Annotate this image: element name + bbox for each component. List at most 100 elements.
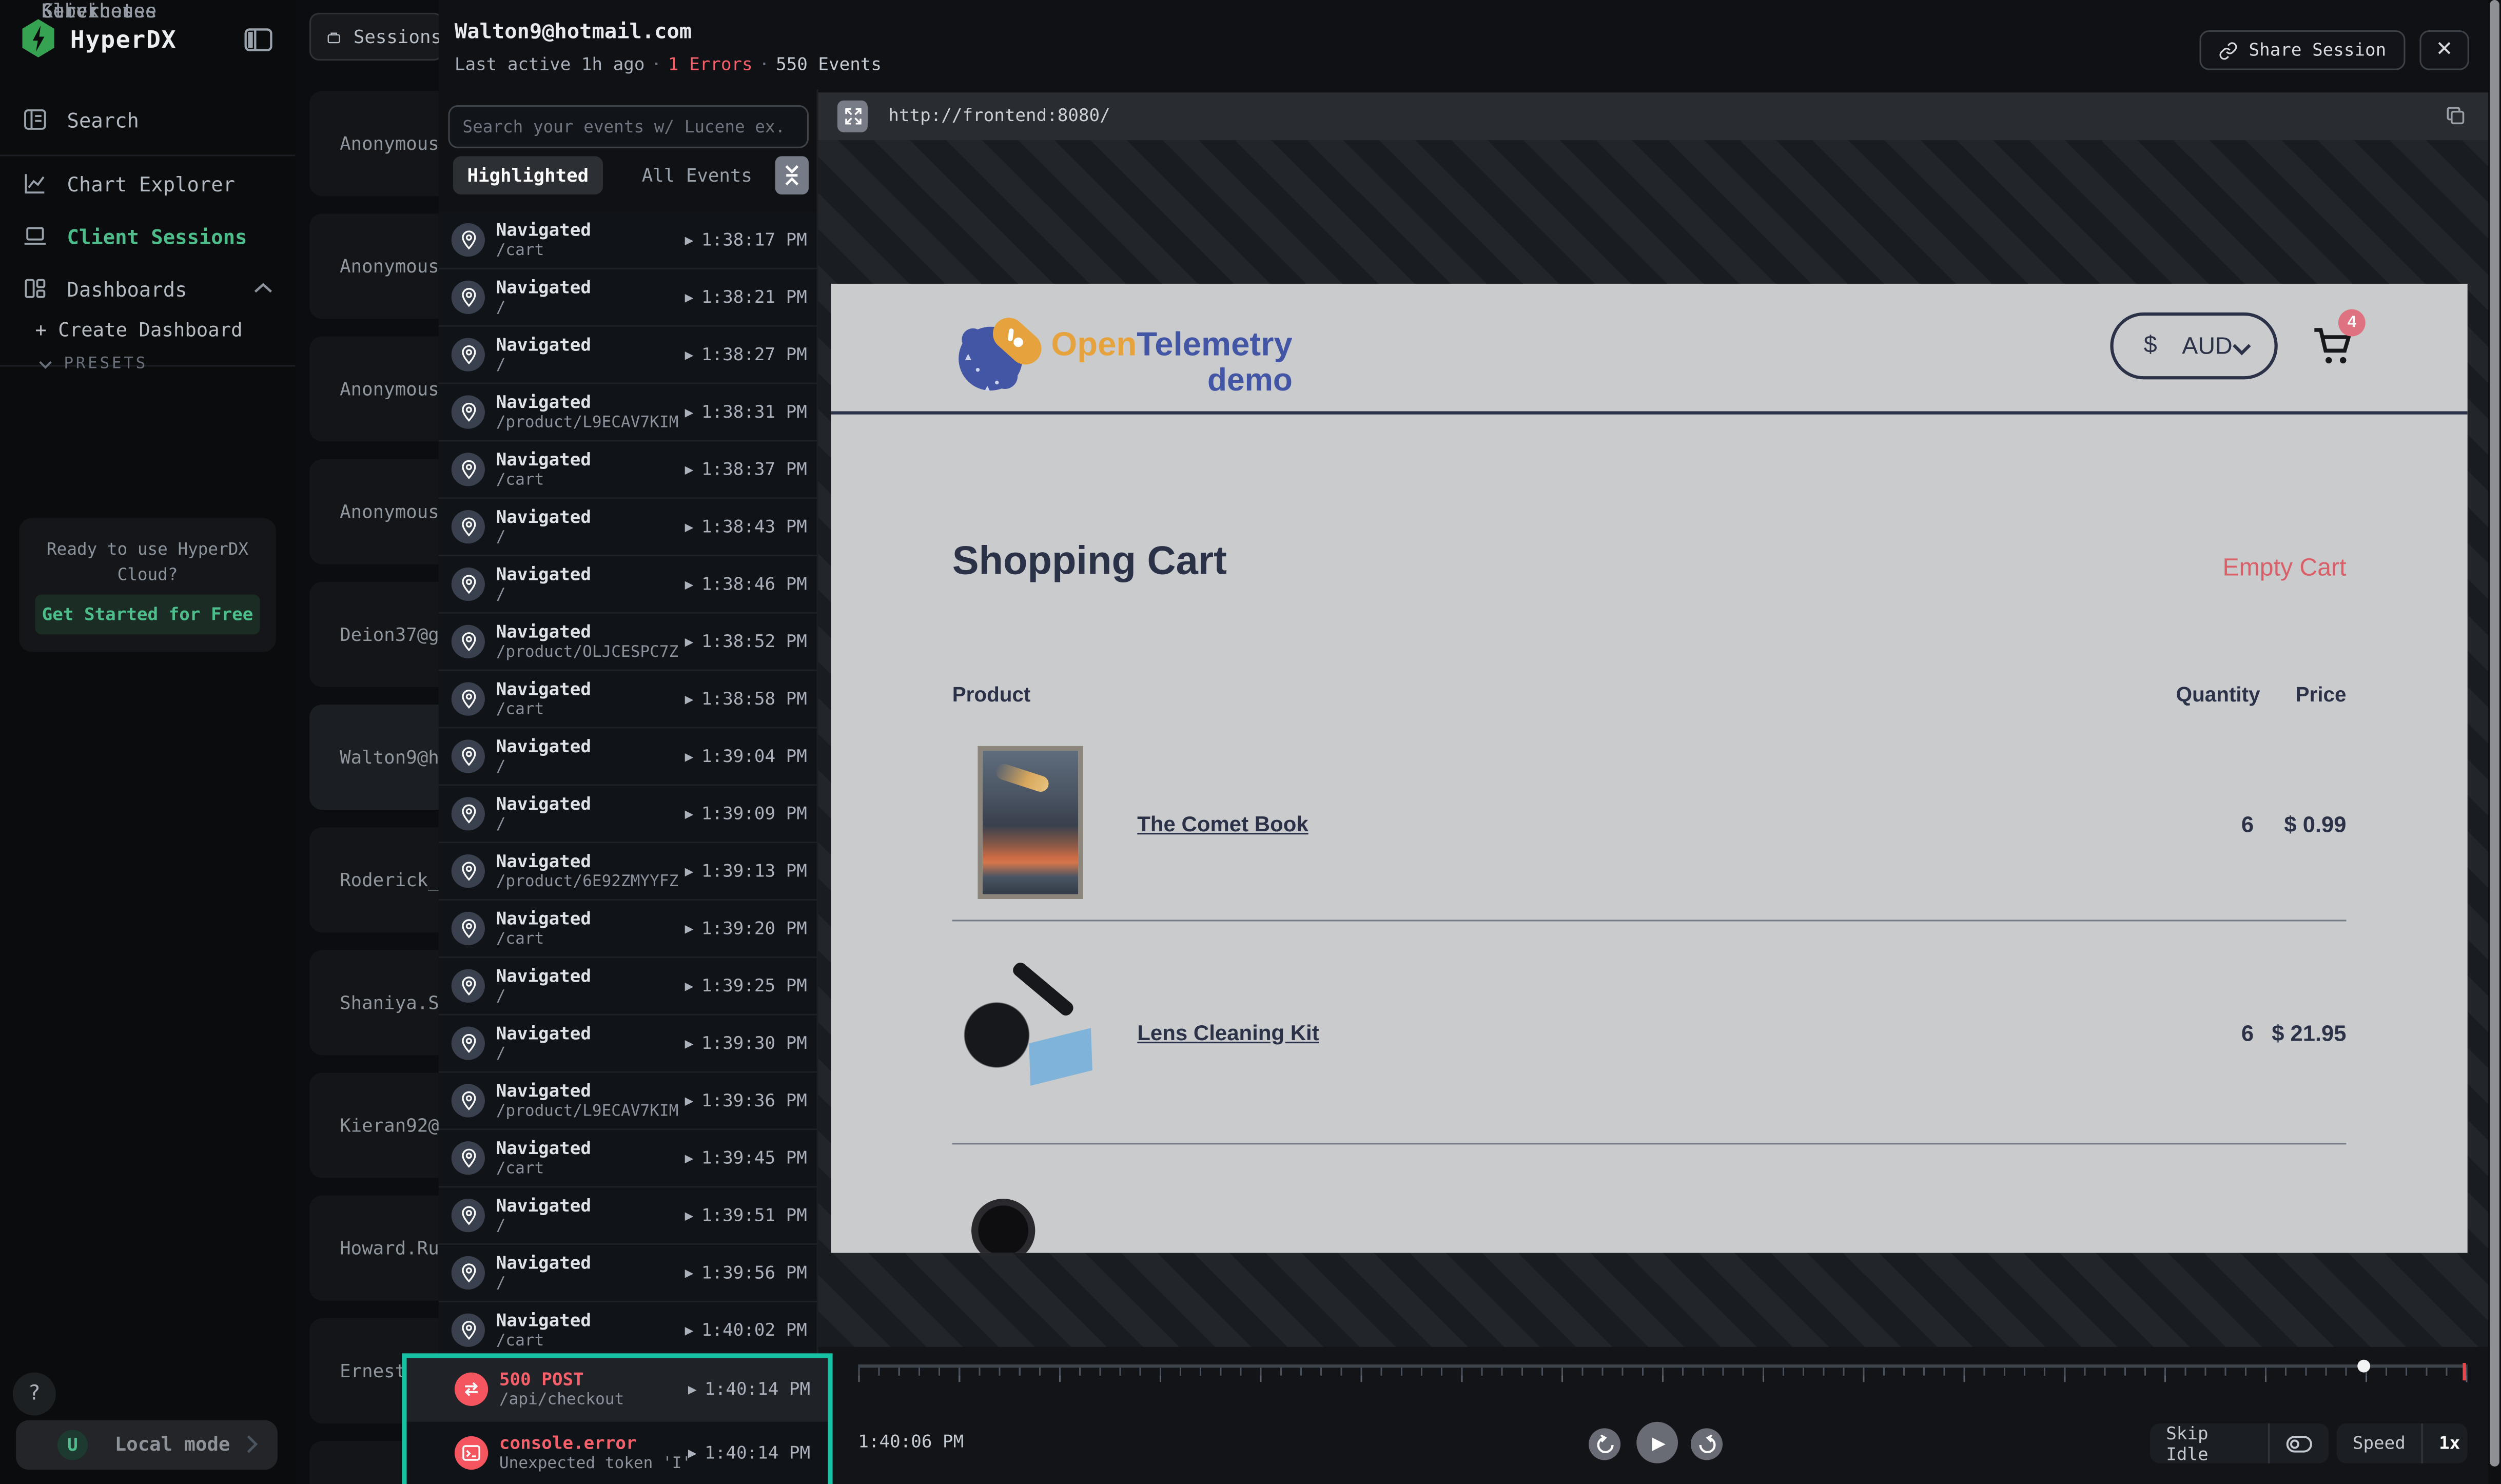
event-row-error[interactable]: console.error Unexpected token 'I'… ▶ 1:… <box>407 1422 828 1484</box>
avatar: U <box>57 1430 88 1460</box>
play-marker-icon: ▶ <box>685 291 694 304</box>
sidebar-item-search[interactable]: Search <box>0 95 295 143</box>
event-timestamp: ▶ 1:39:45 PM <box>685 1148 807 1168</box>
expand-replay-button[interactable] <box>837 101 868 132</box>
sidebar-item-client-sessions[interactable]: Client Sessions <box>0 212 295 260</box>
event-row[interactable]: Navigated /cart ▶ 1:38:37 PM <box>439 441 817 499</box>
event-row[interactable]: Navigated /cart ▶ 1:38:17 PM <box>439 212 817 269</box>
event-row[interactable]: Navigated /product/L9ECAV7KIM ▶ 1:38:31 … <box>439 384 817 442</box>
event-timestamp: ▶ 1:38:46 PM <box>685 574 807 594</box>
play-button[interactable]: ▶ <box>1636 1422 1678 1463</box>
cart-button[interactable]: 4 <box>2311 325 2381 380</box>
event-title: console.error <box>499 1433 637 1454</box>
forward-button[interactable] <box>1691 1428 1723 1460</box>
event-timestamp: ▶ 1:39:09 PM <box>685 804 807 824</box>
event-row[interactable]: Navigated / ▶ 1:38:27 PM <box>439 327 817 384</box>
sidebar-item-dashboards[interactable]: Dashboards <box>0 265 295 313</box>
sidebar: HyperDX Search Chart Explorer Client Ses… <box>0 0 295 1484</box>
play-marker-icon: ▶ <box>685 1151 694 1164</box>
event-row[interactable]: Navigated / ▶ 1:39:09 PM <box>439 786 817 843</box>
skip-idle-toggle[interactable]: Skip Idle <box>2150 1423 2329 1463</box>
tab-sessions[interactable]: Sessions <box>309 13 443 61</box>
event-row[interactable]: Navigated / ▶ 1:38:43 PM <box>439 499 817 556</box>
cart-item-row: Lens Cleaning Kit 6 $ 21.95 <box>952 921 2347 1144</box>
event-search-input[interactable] <box>448 105 808 148</box>
rewind-button[interactable] <box>1589 1428 1620 1460</box>
skip-idle-label: Skip Idle <box>2150 1423 2268 1463</box>
play-marker-icon: ▶ <box>685 406 694 419</box>
event-timestamp: ▶ 1:38:27 PM <box>685 344 807 365</box>
event-row[interactable]: Navigated /cart ▶ 1:39:20 PM <box>439 901 817 958</box>
scrollbar-thumb[interactable] <box>2490 0 2499 1467</box>
event-title: Navigated <box>496 392 591 413</box>
get-started-button[interactable]: Get Started for Free <box>35 595 260 635</box>
event-row[interactable]: Navigated /cart ▶ 1:40:02 PM <box>439 1302 817 1360</box>
event-path: / <box>496 988 506 1006</box>
session-name: Shaniya.Sc <box>340 991 450 1013</box>
currency-selector[interactable]: $ AUD <box>2110 313 2277 379</box>
session-name: Anonymous <box>340 255 439 277</box>
speed-control[interactable]: Speed 1x <box>2337 1423 2468 1463</box>
play-marker-icon: ▶ <box>685 1095 694 1107</box>
event-timestamp: ▶ 1:38:37 PM <box>685 459 807 480</box>
event-detail: Unexpected token 'I'… <box>499 1455 691 1473</box>
event-path: /cart <box>496 1160 544 1178</box>
event-tabs: Highlighted All Events <box>448 156 808 194</box>
page-title: Shopping Cart <box>952 539 1227 585</box>
map-pin-icon <box>452 625 485 658</box>
event-row[interactable]: Navigated / ▶ 1:38:21 PM <box>439 269 817 327</box>
replay-panel: http://frontend:8080/ <box>817 89 2501 1484</box>
event-row-error[interactable]: 500 POST /api/checkout ▶ 1:40:14 PM <box>407 1358 828 1422</box>
timeline-scrubber[interactable] <box>858 1364 2467 1382</box>
session-name: Roderick_S <box>340 869 450 891</box>
event-row[interactable]: Navigated / ▶ 1:39:30 PM <box>439 1016 817 1073</box>
help-button[interactable]: ? <box>13 1373 56 1416</box>
scrubber-handle[interactable] <box>2358 1360 2371 1373</box>
session-email: Walton9@hotmail.com <box>455 21 692 45</box>
tab-highlighted[interactable]: Highlighted <box>453 156 603 194</box>
event-row[interactable]: Navigated / ▶ 1:38:46 PM <box>439 556 817 614</box>
play-marker-icon: ▶ <box>685 1324 694 1337</box>
event-timestamp: ▶ 1:39:25 PM <box>685 975 807 996</box>
event-row[interactable]: Navigated / ▶ 1:39:04 PM <box>439 729 817 786</box>
sessions-icon <box>327 26 341 47</box>
product-link[interactable]: Lens Cleaning Kit <box>1137 1020 1319 1044</box>
share-session-button[interactable]: Share Session <box>2199 30 2405 70</box>
replay-url: http://frontend:8080/ <box>888 105 1110 126</box>
copy-icon[interactable] <box>2445 105 2466 126</box>
local-mode-menu[interactable]: U Local mode <box>16 1420 278 1470</box>
replayed-page: OpenTelemetry demo $ AUD 4 Shopping Cart… <box>831 284 2467 1253</box>
presets-toggle[interactable]: PRESETS <box>38 356 148 373</box>
event-path: / <box>496 1275 506 1293</box>
create-dashboard-link[interactable]: + Create Dashboard <box>35 319 242 341</box>
play-marker-icon: ▶ <box>685 635 694 648</box>
app-scrollbar[interactable] <box>2488 0 2501 1484</box>
event-row[interactable]: Navigated /product/L9ECAV7KIM ▶ 1:39:36 … <box>439 1073 817 1130</box>
rewind-icon <box>1594 1434 1615 1454</box>
tab-all-events[interactable]: All Events <box>623 156 770 194</box>
event-row[interactable]: Navigated / ▶ 1:39:25 PM <box>439 958 817 1016</box>
play-marker-icon: ▶ <box>685 693 694 706</box>
event-path: /cart <box>496 242 544 260</box>
product-link[interactable]: The Comet Book <box>1137 811 1308 835</box>
divider <box>0 154 295 156</box>
preset-link[interactable]: Kubernetes <box>42 0 157 22</box>
session-name: Anonymous <box>340 378 439 400</box>
event-path: / <box>496 1046 506 1063</box>
event-timestamp: ▶ 1:38:21 PM <box>685 287 807 307</box>
event-title: Navigated <box>496 1081 591 1101</box>
event-row[interactable]: Navigated /cart ▶ 1:39:45 PM <box>439 1130 817 1187</box>
collapse-sidebar-icon[interactable] <box>244 27 273 53</box>
sidebar-item-chart-explorer[interactable]: Chart Explorer <box>0 160 295 207</box>
event-row[interactable]: Navigated /product/OLJCESPC7Z ▶ 1:38:52 … <box>439 614 817 671</box>
event-row[interactable]: Navigated /product/6E92ZMYYFZ ▶ 1:39:13 … <box>439 843 817 901</box>
close-button[interactable]: ✕ <box>2419 30 2469 70</box>
event-row[interactable]: Navigated / ▶ 1:39:56 PM <box>439 1245 817 1302</box>
event-row[interactable]: Navigated /cart ▶ 1:38:58 PM <box>439 671 817 729</box>
event-row[interactable]: Navigated / ▶ 1:39:51 PM <box>439 1187 817 1245</box>
play-marker-icon: ▶ <box>685 980 694 992</box>
speed-label: Speed <box>2337 1423 2421 1463</box>
collapse-events-button[interactable] <box>775 156 809 194</box>
toggle-off-icon <box>2268 1423 2329 1463</box>
empty-cart-button[interactable]: Empty Cart <box>2223 555 2347 583</box>
